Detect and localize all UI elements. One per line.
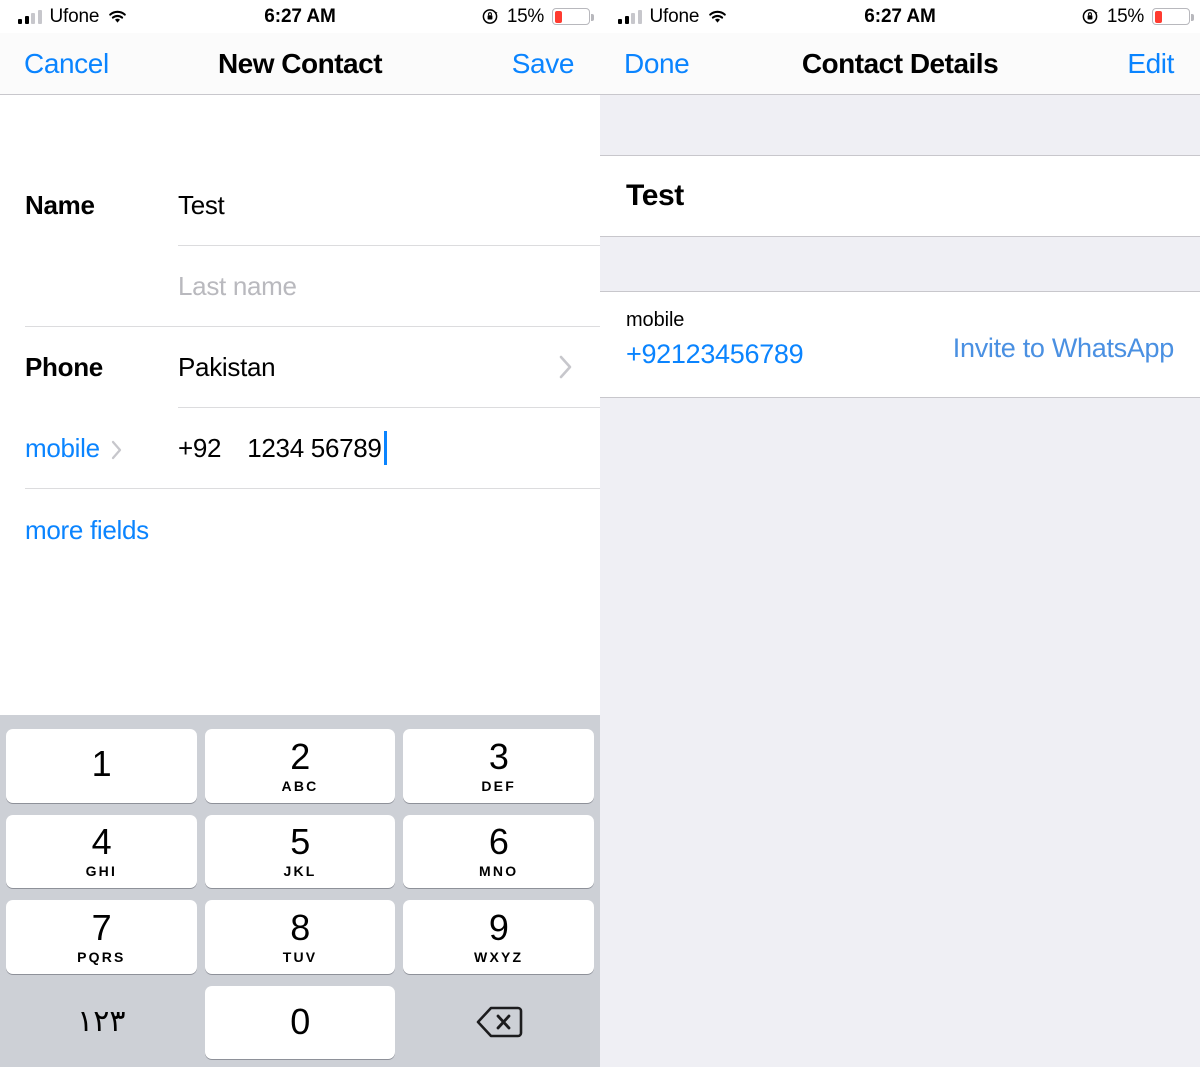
key-2-letters: ABC [281, 777, 319, 794]
key-9[interactable]: 9 WXYZ [403, 900, 595, 974]
chevron-right-icon [558, 354, 574, 380]
phone-type-button[interactable]: mobile [25, 433, 178, 464]
left-screen-new-contact: Ufone 6:27 AM 15% Cancel New Contact Sav… [0, 0, 600, 1067]
contact-phone-card: mobile +92123456789 Invite to WhatsApp [600, 291, 1200, 398]
key-7-number: 7 [91, 906, 112, 948]
last-name-row[interactable]: Last name [0, 246, 600, 326]
key-8-letters: TUV [282, 948, 318, 965]
page-title-contact-details: Contact Details [801, 47, 999, 79]
key-1[interactable]: 1 [6, 729, 197, 803]
status-bar-left: Ufone 6:27 AM 15% [0, 0, 600, 33]
numeral-toggle-label: ١٢٣ [77, 1005, 126, 1039]
rotation-lock-icon [1082, 8, 1099, 25]
phone-number-row[interactable]: mobile +92 1234 56789 [0, 408, 600, 488]
key-3-number: 3 [488, 735, 509, 777]
keypad-row-3: 7 PQRS 8 TUV 9 WXYZ [6, 900, 595, 974]
status-bar-right: Ufone 6:27 AM 15% [600, 0, 1200, 33]
keypad-row-1: 1 2 ABC 3 DEF [6, 729, 595, 803]
key-0-number: 0 [290, 1001, 310, 1043]
backspace-key[interactable] [403, 986, 594, 1060]
right-screen-contact-details: Ufone 6:27 AM 15% Done Contact Details E… [600, 0, 1200, 1067]
key-7[interactable]: 7 PQRS [6, 900, 197, 974]
battery-icon [552, 8, 594, 25]
dual-screenshot-container: Ufone 6:27 AM 15% Cancel New Contact Sav… [0, 0, 1200, 1067]
first-name-row[interactable]: Name Test [0, 165, 600, 245]
phone-type-label: mobile [626, 309, 685, 331]
key-0[interactable]: 0 [204, 985, 396, 1059]
nav-bar-right: Done Contact Details Edit [600, 33, 1200, 95]
battery-percent-label: 15% [506, 5, 544, 27]
keypad-row-4: ١٢٣ 0 [6, 985, 594, 1060]
key-6-letters: MNO [479, 863, 519, 880]
key-2[interactable]: 2 ABC [204, 729, 396, 803]
status-bar-right-right-group: 15% [1082, 0, 1194, 33]
rotation-lock-icon [482, 8, 499, 25]
chevron-right-small-icon [110, 437, 124, 460]
key-1-number: 1 [91, 742, 112, 784]
phone-number-input[interactable]: +92 1234 56789 [178, 431, 387, 465]
more-fields-button[interactable]: more fields [0, 489, 600, 571]
text-cursor [383, 431, 387, 465]
spacer-between-cards [600, 237, 1200, 291]
phone-number-value: 1234 56789 [247, 432, 382, 463]
key-4-letters: GHI [85, 863, 118, 880]
phone-country-value[interactable]: Pakistan [178, 352, 276, 383]
phone-label: Phone [25, 351, 103, 382]
numeric-keyboard: 1 2 ABC 3 DEF 4 GHI 5 JKL 6 MNO 7 PQRS 8… [0, 715, 600, 1067]
key-5-number: 5 [290, 821, 310, 863]
phone-type-label: mobile [25, 432, 100, 463]
phone-row[interactable]: mobile +92123456789 Invite to WhatsApp [600, 292, 1200, 397]
country-code-label: +92 [178, 432, 222, 463]
last-name-input[interactable]: Last name [178, 271, 297, 302]
name-label: Name [25, 189, 95, 220]
backspace-icon [474, 1004, 524, 1040]
battery-percent-label: 15% [1106, 5, 1144, 27]
new-contact-form: Name Test Last name Phone Pakistan mobil… [0, 95, 600, 711]
contact-details-body: Test mobile +92123456789 Invite to Whats… [600, 95, 1200, 1067]
key-5[interactable]: 5 JKL [204, 814, 396, 888]
spacer-above-name-card [600, 95, 1200, 155]
key-3[interactable]: 3 DEF [403, 729, 595, 803]
key-4[interactable]: 4 GHI [6, 814, 197, 888]
battery-icon [1152, 8, 1194, 25]
invite-to-whatsapp-button[interactable]: Invite to WhatsApp [953, 333, 1175, 364]
key-9-number: 9 [488, 906, 509, 948]
numeral-system-toggle-key[interactable]: ١٢٣ [6, 986, 197, 1060]
page-title-new-contact: New Contact [217, 47, 383, 79]
key-5-letters: JKL [283, 863, 317, 880]
key-2-number: 2 [290, 735, 310, 777]
key-4-number: 4 [91, 821, 112, 863]
form-top-spacer [0, 95, 600, 165]
key-6[interactable]: 6 MNO [403, 814, 595, 888]
key-6-number: 6 [488, 821, 509, 863]
nav-bar-left: Cancel New Contact Save [0, 33, 600, 95]
key-9-letters: WXYZ [474, 948, 524, 965]
key-8-number: 8 [290, 906, 310, 948]
save-button[interactable]: Save [512, 48, 575, 80]
contact-name-label: Test [626, 179, 684, 212]
key-3-letters: DEF [481, 777, 516, 794]
keypad-row-2: 4 GHI 5 JKL 6 MNO [6, 814, 595, 888]
contact-name-card: Test [600, 155, 1200, 237]
key-8[interactable]: 8 TUV [204, 900, 396, 974]
phone-country-row[interactable]: Phone Pakistan [0, 327, 600, 407]
edit-button[interactable]: Edit [1127, 48, 1174, 80]
key-7-letters: PQRS [77, 948, 126, 965]
first-name-input[interactable]: Test [178, 190, 225, 221]
status-bar-right-group: 15% [482, 0, 594, 33]
